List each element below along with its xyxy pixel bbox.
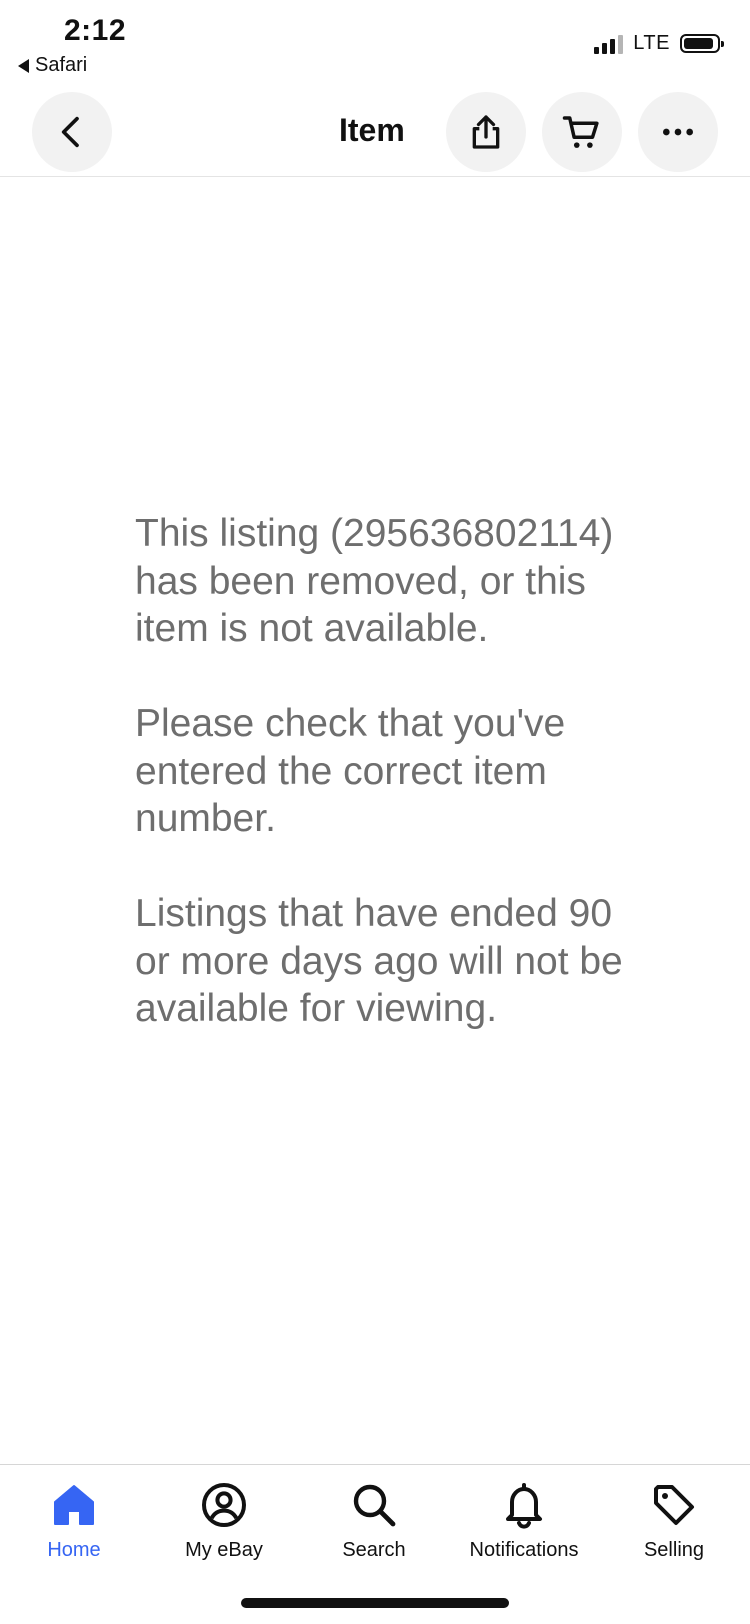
cart-icon bbox=[562, 116, 599, 148]
tab-search[interactable]: Search bbox=[299, 1479, 449, 1562]
screen: 2:12 Safari LTE Item This listing (29563… bbox=[0, 0, 750, 1624]
bell-icon bbox=[506, 1483, 542, 1529]
signal-icon bbox=[594, 34, 624, 54]
message-paragraph: Listings that have ended 90 or more days… bbox=[135, 892, 623, 1030]
cart-button[interactable] bbox=[542, 92, 622, 172]
home-indicator[interactable] bbox=[241, 1598, 509, 1608]
more-horizontal-icon bbox=[663, 128, 693, 136]
tab-label: Home bbox=[47, 1539, 101, 1561]
tab-home[interactable]: Home bbox=[0, 1479, 149, 1562]
tab-label: My eBay bbox=[185, 1539, 263, 1561]
search-icon bbox=[353, 1484, 396, 1527]
tag-icon bbox=[654, 1485, 694, 1525]
message-paragraph: Please check that you've entered the cor… bbox=[135, 702, 566, 840]
page-title: Item bbox=[339, 112, 405, 148]
share-icon bbox=[472, 115, 500, 149]
tab-label: Notifications bbox=[469, 1539, 579, 1561]
home-icon bbox=[54, 1485, 94, 1525]
tab-label: Search bbox=[342, 1539, 406, 1561]
listing-unavailable-message: This listing (295636802114) has been rem… bbox=[135, 510, 635, 1033]
status-indicators: LTE bbox=[594, 32, 724, 55]
share-button[interactable] bbox=[446, 92, 526, 172]
battery-icon bbox=[680, 34, 724, 53]
nav-bar: Item bbox=[0, 90, 750, 177]
status-time: 2:12 bbox=[64, 14, 127, 47]
tab-my-ebay[interactable]: My eBay bbox=[149, 1479, 299, 1562]
user-circle-icon bbox=[202, 1483, 246, 1527]
battery-level bbox=[684, 38, 713, 49]
back-to-app-link[interactable]: Safari bbox=[18, 54, 87, 77]
more-button[interactable] bbox=[638, 92, 718, 172]
tab-label: Selling bbox=[643, 1539, 705, 1561]
network-type: LTE bbox=[633, 32, 670, 54]
tab-selling[interactable]: Selling bbox=[599, 1479, 749, 1562]
message-paragraph: This listing (295636802114) has been rem… bbox=[135, 512, 614, 650]
back-app-label: Safari bbox=[35, 54, 88, 76]
chevron-left-icon bbox=[61, 116, 79, 148]
tab-notifications[interactable]: Notifications bbox=[449, 1479, 599, 1562]
back-button[interactable] bbox=[32, 92, 112, 172]
back-triangle-icon bbox=[18, 58, 29, 73]
